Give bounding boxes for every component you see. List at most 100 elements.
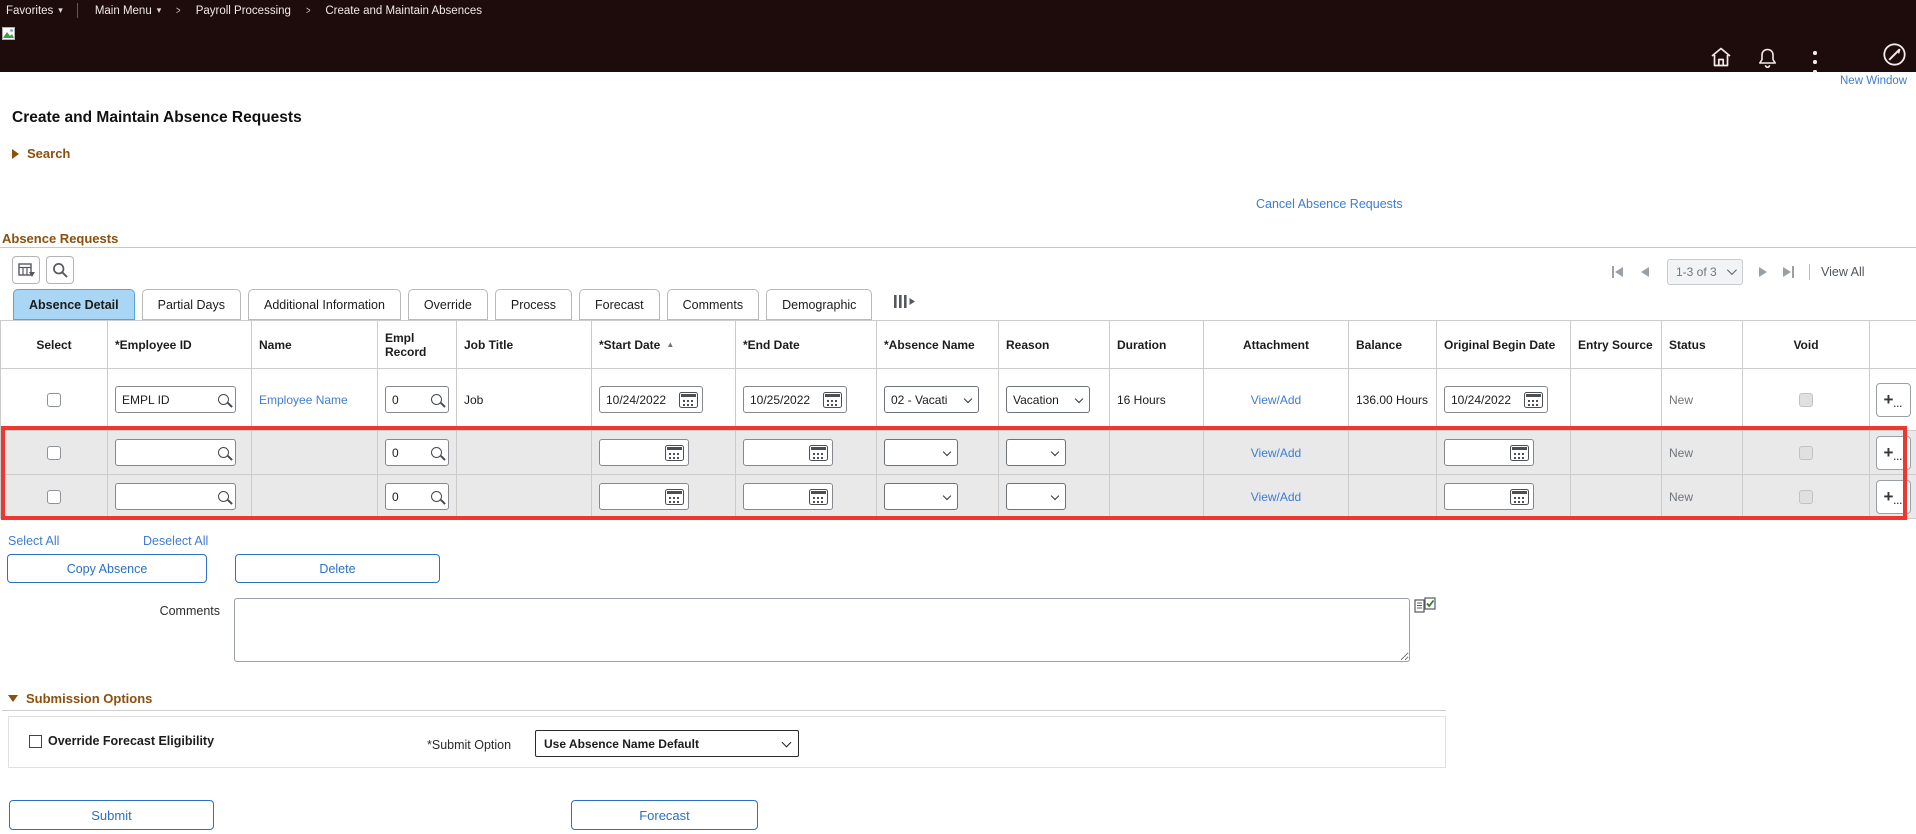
grid-pagination: 1-3 of 3 View All [1612, 258, 1865, 285]
first-page-button[interactable] [1612, 265, 1623, 278]
section-rule [0, 247, 1916, 248]
add-rows-button[interactable]: +... [1875, 382, 1911, 417]
absence-name-select[interactable]: 02 - Vacati [884, 386, 979, 413]
lookup-search-icon[interactable] [431, 447, 442, 458]
tab-process[interactable]: Process [494, 289, 573, 320]
employee-name-link[interactable]: Employee Name [259, 393, 348, 407]
attachment-view-add-link[interactable]: View/Add [1251, 446, 1301, 460]
original-begin-date-input[interactable] [1444, 483, 1534, 510]
more-actions-kebab-icon[interactable] [1811, 51, 1819, 73]
zoom-grid-button[interactable] [46, 256, 74, 284]
submit-option-value: Use Absence Name Default [544, 736, 699, 751]
table-row: 0 View/Add New +... [0, 474, 1916, 519]
tab-additional-information[interactable]: Additional Information [248, 289, 401, 320]
empl-record-input[interactable]: 0 [385, 483, 449, 510]
chevron-down-icon [1074, 394, 1084, 403]
attachment-view-add-link[interactable]: View/Add [1251, 393, 1301, 407]
add-rows-button[interactable]: +... [1875, 479, 1911, 514]
void-checkbox [1799, 445, 1813, 460]
employee-id-input[interactable] [115, 439, 236, 466]
calendar-icon[interactable] [809, 488, 828, 505]
home-icon[interactable] [1709, 46, 1733, 73]
lookup-search-icon[interactable] [218, 447, 229, 458]
table-row: 0 View/Add New +... [0, 430, 1916, 475]
notifications-bell-icon[interactable] [1756, 47, 1779, 73]
lookup-search-icon[interactable] [431, 491, 442, 502]
employee-id-input[interactable]: EMPL ID [115, 386, 236, 413]
view-all-link[interactable]: View All [1821, 265, 1865, 279]
original-begin-date-input[interactable]: 10/24/2022 [1444, 386, 1548, 413]
tab-partial-days[interactable]: Partial Days [141, 289, 242, 320]
absence-name-select[interactable] [884, 483, 958, 510]
tab-absence-detail[interactable]: Absence Detail [13, 289, 135, 320]
row-select-checkbox[interactable] [47, 445, 61, 460]
tab-comments[interactable]: Comments [666, 289, 760, 320]
cancel-absence-requests-link[interactable]: Cancel Absence Requests [1256, 197, 1403, 211]
attachment-view-add-link[interactable]: View/Add [1251, 490, 1301, 504]
lookup-search-icon[interactable] [218, 394, 229, 405]
row-select-checkbox[interactable] [47, 392, 61, 407]
absence-name-select[interactable] [884, 439, 958, 466]
grid-action-menu-button[interactable] [12, 256, 40, 284]
tab-forecast[interactable]: Forecast [579, 289, 660, 320]
reason-select[interactable] [1006, 439, 1066, 466]
end-date-input[interactable] [743, 483, 833, 510]
last-page-button[interactable] [1783, 265, 1794, 278]
copy-absence-button[interactable]: Copy Absence [7, 554, 207, 583]
comments-textarea[interactable] [234, 598, 1410, 662]
start-date-input[interactable] [599, 439, 689, 466]
empl-record-input[interactable]: 0 [385, 439, 449, 466]
submit-option-label: *Submit Option [427, 738, 512, 752]
calendar-icon[interactable] [1510, 444, 1529, 461]
submission-options-panel: Override Forecast Eligibility *Submit Op… [8, 716, 1446, 768]
tab-override[interactable]: Override [407, 289, 488, 320]
calendar-icon[interactable] [665, 444, 684, 461]
reason-select[interactable] [1006, 483, 1066, 510]
expand-arrow-icon [12, 148, 19, 159]
reason-select[interactable]: Vacation [1006, 386, 1090, 413]
next-page-button[interactable] [1759, 266, 1767, 277]
start-date-input[interactable]: 10/24/2022 [599, 386, 703, 413]
add-rows-button[interactable]: +... [1875, 435, 1911, 470]
calendar-icon[interactable] [665, 488, 684, 505]
submit-button[interactable]: Submit [9, 800, 214, 830]
forecast-button[interactable]: Forecast [571, 800, 758, 830]
override-forecast-eligibility-field: Override Forecast Eligibility [29, 734, 214, 748]
breadcrumb: Favorites ▾ Main Menu ▾ > Payroll Processi… [6, 3, 482, 18]
spell-check-icon[interactable] [1414, 597, 1436, 618]
empl-record-input[interactable]: 0 [385, 386, 449, 413]
tab-demographic[interactable]: Demographic [766, 289, 873, 320]
lookup-search-icon[interactable] [431, 394, 442, 405]
calendar-icon[interactable] [809, 444, 828, 461]
navbar-compass-icon[interactable] [1882, 42, 1907, 72]
col-start-date[interactable]: *Start Date ▲ [591, 320, 736, 369]
submission-options-collapsible[interactable]: Submission Options [8, 691, 152, 706]
search-icon [53, 263, 68, 278]
calendar-icon[interactable] [823, 391, 842, 408]
main-menu[interactable]: Main Menu ▾ [95, 5, 161, 17]
favorites-menu[interactable]: Favorites ▾ [6, 5, 63, 17]
breadcrumb-separator-icon: > [176, 4, 181, 17]
show-all-columns-icon[interactable] [893, 295, 916, 313]
page-range-dropdown[interactable]: 1-3 of 3 [1667, 258, 1743, 285]
submit-option-select[interactable]: Use Absence Name Default [535, 730, 799, 757]
lookup-search-icon[interactable] [218, 491, 229, 502]
original-begin-date-input[interactable] [1444, 439, 1534, 466]
start-date-input[interactable] [599, 483, 689, 510]
deselect-all-link[interactable]: Deselect All [143, 534, 208, 548]
calendar-icon[interactable] [1510, 488, 1529, 505]
new-window-link[interactable]: New Window [1840, 75, 1907, 87]
search-collapsible[interactable]: Search [12, 146, 70, 161]
end-date-input[interactable] [743, 439, 833, 466]
override-forecast-eligibility-checkbox[interactable] [29, 734, 42, 748]
select-all-link[interactable]: Select All [8, 534, 59, 548]
row-select-checkbox[interactable] [47, 489, 61, 504]
previous-page-button[interactable] [1641, 266, 1649, 277]
delete-button[interactable]: Delete [235, 554, 440, 583]
calendar-icon[interactable] [679, 391, 698, 408]
breadcrumb-create-maintain-absences[interactable]: Create and Maintain Absences [325, 5, 482, 17]
employee-id-input[interactable] [115, 483, 236, 510]
calendar-icon[interactable] [1524, 391, 1543, 408]
breadcrumb-payroll-processing[interactable]: Payroll Processing [196, 5, 291, 17]
end-date-input[interactable]: 10/25/2022 [743, 386, 847, 413]
